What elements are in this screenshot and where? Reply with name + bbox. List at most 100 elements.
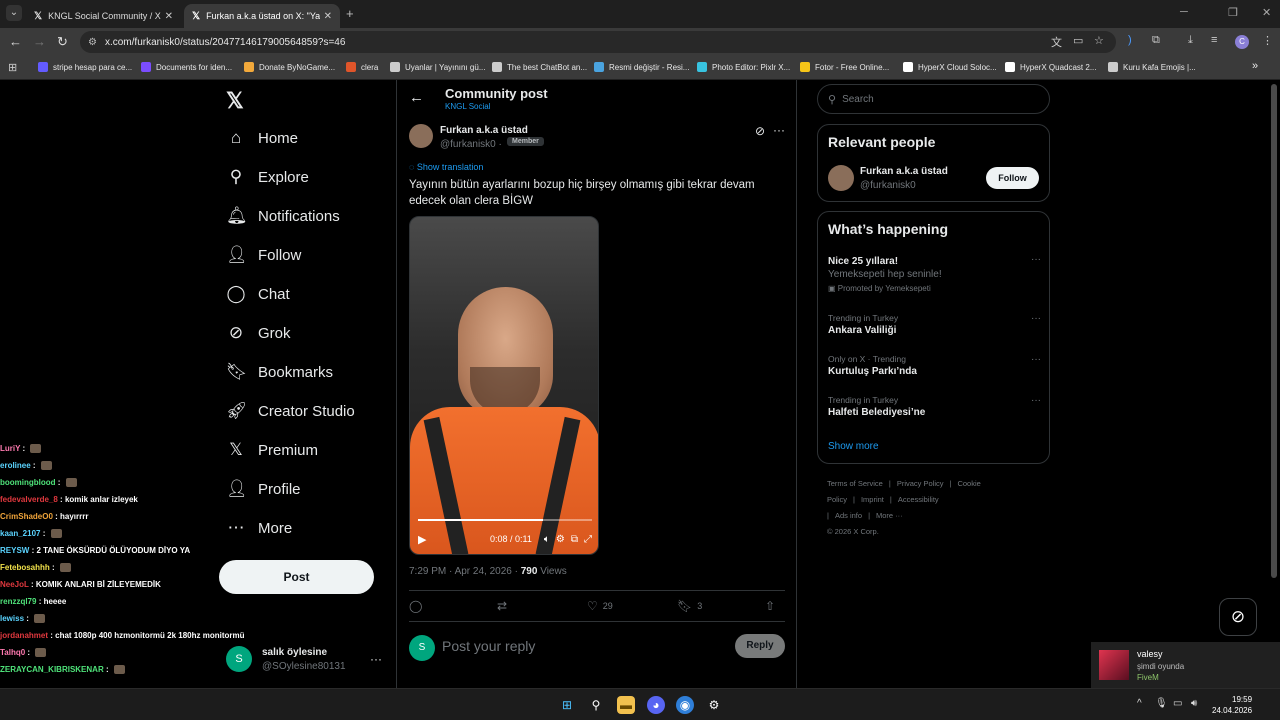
more-icon[interactable]: ··· (1031, 313, 1041, 324)
page-scrollbar[interactable] (1271, 84, 1277, 578)
bookmark-item[interactable]: HyperX Quadcast 2... (1005, 62, 1096, 72)
play-icon[interactable]: ▶ (418, 533, 426, 546)
search-icon[interactable]: ⚲ (587, 696, 605, 714)
translate-icon[interactable]: 文 (1051, 34, 1062, 50)
post-timestamp[interactable]: 7:29 PM · Apr 24, 2026 · (409, 566, 521, 577)
file-explorer-icon[interactable]: ▬ (617, 696, 635, 714)
bookmark-item[interactable]: Fotor - Free Online... (800, 62, 889, 72)
bookmark-item[interactable]: Photo Editor: Pixlr X... (697, 62, 790, 72)
nav-notifications[interactable]: 🔔︎ Notifications (226, 206, 340, 226)
tab-close-icon[interactable]: ✕ (324, 11, 332, 22)
relevant-user-handle[interactable]: @furkanisk0 (860, 180, 916, 191)
media-icon[interactable]: ≡ (1211, 34, 1217, 46)
share-action[interactable]: ⇧ (765, 599, 775, 613)
bookmark-item[interactable]: Kuru Kafa Emojis |... (1108, 62, 1196, 72)
menu-icon[interactable]: ⋮ (1262, 34, 1273, 47)
site-info-icon[interactable]: ⚙ (88, 37, 97, 48)
show-more-link[interactable]: Show more (828, 441, 879, 452)
windows-start-icon[interactable]: ⊞ (558, 696, 576, 714)
footer-link[interactable]: Accessibility (898, 495, 939, 504)
bookmark-action[interactable]: 🔖︎ 3 (677, 599, 702, 613)
show-translation-link[interactable]: ◌ Show translation (409, 162, 483, 172)
footer-link[interactable]: Privacy Policy (897, 479, 944, 488)
bookmark-star-icon[interactable]: ☆ (1094, 34, 1104, 47)
nav-grok[interactable]: ⊘ Grok (226, 323, 291, 343)
video-player[interactable]: ▶ 0:08 / 0:11 🔈︎ ⚙ ⧉ ⤢ (409, 216, 599, 555)
pip-icon[interactable]: ⧉ (571, 534, 578, 545)
new-tab-button[interactable]: + (346, 6, 354, 21)
apps-grid-icon[interactable]: ⊞ (8, 61, 17, 74)
trend-item[interactable]: Trending in Turkey Ankara Valiliği ··· (828, 313, 1041, 336)
volume-icon[interactable]: 🔈︎ (544, 534, 550, 545)
nav-home[interactable]: ⌂ Home (226, 128, 298, 148)
footer-link[interactable]: Ads info (835, 511, 862, 520)
window-close-icon[interactable]: ✕ (1262, 6, 1271, 19)
fullscreen-icon[interactable]: ⤢ (584, 534, 592, 545)
author-name[interactable]: Furkan a.k.a üstad (440, 125, 528, 136)
trend-item[interactable]: Trending in Turkey Halfeti Belediyesi’ne… (828, 395, 1041, 418)
more-icon[interactable]: ··· (1031, 395, 1041, 406)
back-icon[interactable]: ← (9, 34, 22, 49)
footer-link[interactable]: More ··· (876, 511, 903, 520)
footer-link[interactable]: © 2026 X Corp. (827, 527, 879, 536)
tab-kngl-social[interactable]: 𝕏 KNGL Social Community / X ✕ (26, 4, 181, 28)
tab-close-icon[interactable]: ✕ (165, 11, 173, 22)
tab-furkan-post[interactable]: 𝕏 Furkan a.k.a üstad on X: "Yayını ✕ (184, 4, 340, 28)
more-icon[interactable]: ··· (773, 123, 785, 137)
search-input[interactable]: ⚲ Search (817, 84, 1050, 114)
nav-follow[interactable]: 👤︎ Follow (226, 245, 301, 265)
bookmark-item[interactable]: Uyanlar | Yayınını gü... (390, 62, 486, 72)
grok-float-button[interactable]: ⊘ (1219, 598, 1257, 636)
avatar[interactable] (828, 165, 854, 191)
footer-link[interactable]: Terms of Service (827, 479, 883, 488)
bookmark-item[interactable]: The best ChatBot an... (492, 62, 587, 72)
footer-link[interactable]: Imprint (861, 495, 884, 504)
network-icon[interactable]: ▭ (1173, 698, 1182, 709)
follow-button[interactable]: Follow (986, 167, 1039, 189)
bookmarks-overflow-icon[interactable]: » (1252, 60, 1258, 72)
game-notification[interactable]: valesy şimdi oyunda FiveM (1091, 642, 1280, 688)
volume-icon[interactable]: 🔊︎ (1191, 698, 1197, 709)
trend-item[interactable]: Only on X · Trending Kurtuluş Parkı’nda … (828, 354, 1041, 377)
bookmark-item[interactable]: Donate ByNoGame... (244, 62, 335, 72)
discord-icon[interactable]: ◕ (647, 696, 665, 714)
back-arrow-icon[interactable]: ← (409, 89, 424, 106)
nav-bookmarks[interactable]: 🔖︎ Bookmarks (226, 362, 333, 382)
like-action[interactable]: ♡ 29 (587, 599, 613, 613)
reply-button[interactable]: Reply (735, 634, 785, 658)
author-avatar[interactable] (409, 124, 433, 148)
community-link[interactable]: KNGL Social (445, 102, 491, 111)
bookmark-item[interactable]: stripe hesap para ce... (38, 62, 132, 72)
profile-avatar[interactable]: C (1235, 35, 1249, 49)
x-logo-icon[interactable]: 𝕏 (226, 88, 244, 114)
restore-icon[interactable]: ❐ (1228, 6, 1238, 19)
bookmark-item[interactable]: Documents for iden... (141, 62, 232, 72)
app-icon[interactable]: ⚙ (705, 696, 723, 714)
extension-icon[interactable]: ) (1128, 34, 1132, 46)
video-progress-bar[interactable] (418, 519, 592, 521)
download-icon[interactable]: ⤓ (1188, 34, 1193, 47)
cast-icon[interactable]: ▭ (1073, 34, 1083, 47)
system-clock[interactable]: 19:59 24.04.2026 (1212, 694, 1252, 716)
reload-icon[interactable]: ↻ (57, 34, 68, 50)
bookmark-item[interactable]: clera (346, 62, 378, 72)
settings-icon[interactable]: ⚙ (556, 534, 565, 545)
mic-icon[interactable]: 🎙︎ (1155, 698, 1168, 709)
more-icon[interactable]: ··· (370, 652, 382, 666)
bookmark-item[interactable]: HyperX Cloud Soloc... (903, 62, 997, 72)
chrome-icon[interactable]: ◉ (676, 696, 694, 714)
trend-item[interactable]: Nice 25 yıllara! Yemeksepeti hep seninle… (828, 254, 1041, 293)
address-bar[interactable]: ⚙ x.com/furkanisk0/status/20477146179005… (80, 31, 1116, 53)
nav-explore[interactable]: ⚲ Explore (226, 167, 309, 187)
reply-input[interactable]: Post your reply (442, 638, 535, 654)
forward-icon[interactable]: → (33, 34, 46, 49)
author-handle[interactable]: @furkanisk0 · (440, 139, 502, 150)
extensions-puzzle-icon[interactable]: ⧉ (1152, 34, 1160, 47)
more-icon[interactable]: ··· (1031, 254, 1041, 265)
reply-action[interactable]: ◯ (409, 599, 422, 613)
bookmark-item[interactable]: Resmi değiştir - Resi... (594, 62, 689, 72)
tab-search-button[interactable]: ⌄ (6, 5, 22, 21)
nav-chat[interactable]: ◯ Chat (226, 284, 289, 304)
grok-icon[interactable]: ⊘ (755, 124, 765, 138)
nav-creator-studio[interactable]: 🚀︎ Creator Studio (226, 401, 355, 421)
